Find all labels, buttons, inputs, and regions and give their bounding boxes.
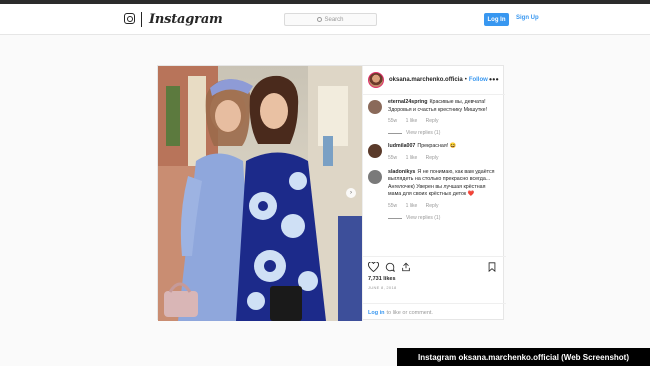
instagram-header: Instagram Search Log In Sign Up	[0, 4, 650, 35]
comment-meta: 55w 1 like Reply	[388, 203, 498, 211]
view-replies-label: View replies (1)	[406, 214, 441, 221]
source-caption: Instagram oksana.marchenko.official (Web…	[397, 348, 650, 366]
comment: ludmila007 Прекрасная! 😆 55w 1 like Reply	[368, 143, 501, 162]
view-replies[interactable]: View replies (1)	[388, 215, 498, 223]
signup-link[interactable]: Sign Up	[516, 15, 539, 21]
post-panel: oksana.marchenko.officia • Follow ••• et…	[362, 66, 506, 321]
comment: sladonikys Я не понимаю, как вам удаётся …	[368, 169, 501, 223]
post-header: oksana.marchenko.officia • Follow •••	[363, 66, 505, 95]
bookmark-icon[interactable]	[488, 262, 496, 272]
separator-dot: •	[464, 77, 467, 83]
view-replies-label: View replies (1)	[406, 129, 441, 136]
share-icon[interactable]	[401, 262, 411, 272]
reply-button[interactable]: Reply	[426, 203, 439, 209]
comment-time[interactable]: 55w	[388, 155, 397, 161]
comment-likes[interactable]: 1 like	[406, 118, 418, 124]
replies-divider	[388, 133, 402, 135]
chevron-right-icon[interactable]: ›	[346, 188, 356, 198]
search-placeholder: Search	[324, 16, 344, 23]
comment-icon[interactable]	[385, 262, 395, 272]
action-bar	[368, 257, 501, 275]
likes-count[interactable]: 7,731 likes	[368, 276, 501, 282]
avatar[interactable]	[368, 72, 384, 88]
comment-time[interactable]: 55w	[388, 118, 397, 124]
login-button[interactable]: Log In	[484, 13, 509, 26]
instagram-camera-icon[interactable]	[124, 13, 135, 24]
comment-username[interactable]: eternal24spring	[388, 99, 427, 105]
comments-list[interactable]: eternal24spring Красивые вы, девчата! Здо…	[363, 96, 506, 256]
more-dots-icon[interactable]: •••	[489, 75, 499, 84]
post-date: JUNE 8, 2018	[368, 285, 397, 290]
comment-avatar[interactable]	[368, 100, 382, 114]
replies-divider	[388, 217, 402, 219]
post-username[interactable]: oksana.marchenko.officia	[389, 77, 463, 83]
login-to-comment: Log in to like or comment.	[363, 303, 506, 321]
comment-meta: 55w 1 like Reply	[388, 155, 498, 163]
reply-button[interactable]: Reply	[426, 155, 439, 161]
comment-username[interactable]: sladonikys	[388, 169, 415, 175]
comment-time[interactable]: 55w	[388, 203, 397, 209]
view-replies[interactable]: View replies (1)	[388, 130, 498, 138]
post-photo[interactable]: ›	[158, 66, 362, 321]
reply-button[interactable]: Reply	[426, 118, 439, 124]
logo-divider	[141, 12, 142, 27]
comment: eternal24spring Красивые вы, девчата! Здо…	[368, 99, 501, 137]
heart-icon[interactable]	[368, 262, 379, 272]
follow-button[interactable]: Follow	[469, 77, 488, 83]
comment-text: Прекрасная! 😆	[417, 143, 457, 150]
comment-username[interactable]: ludmila007	[388, 143, 415, 149]
login-link[interactable]: Log in	[368, 310, 385, 316]
comment-avatar[interactable]	[368, 169, 382, 184]
search-input[interactable]: Search	[284, 13, 377, 26]
instagram-logo[interactable]: Instagram	[149, 12, 223, 27]
comment-avatar[interactable]	[368, 144, 382, 159]
comment-likes[interactable]: 1 like	[406, 155, 418, 161]
post-card: › oksana.marchenko.officia • Follow ••• …	[157, 65, 506, 321]
login-prompt-text: to like or comment.	[386, 309, 433, 316]
comment-likes[interactable]: 1 like	[406, 203, 418, 209]
search-icon	[317, 17, 323, 22]
comment-meta: 55w 1 like Reply	[388, 118, 498, 126]
